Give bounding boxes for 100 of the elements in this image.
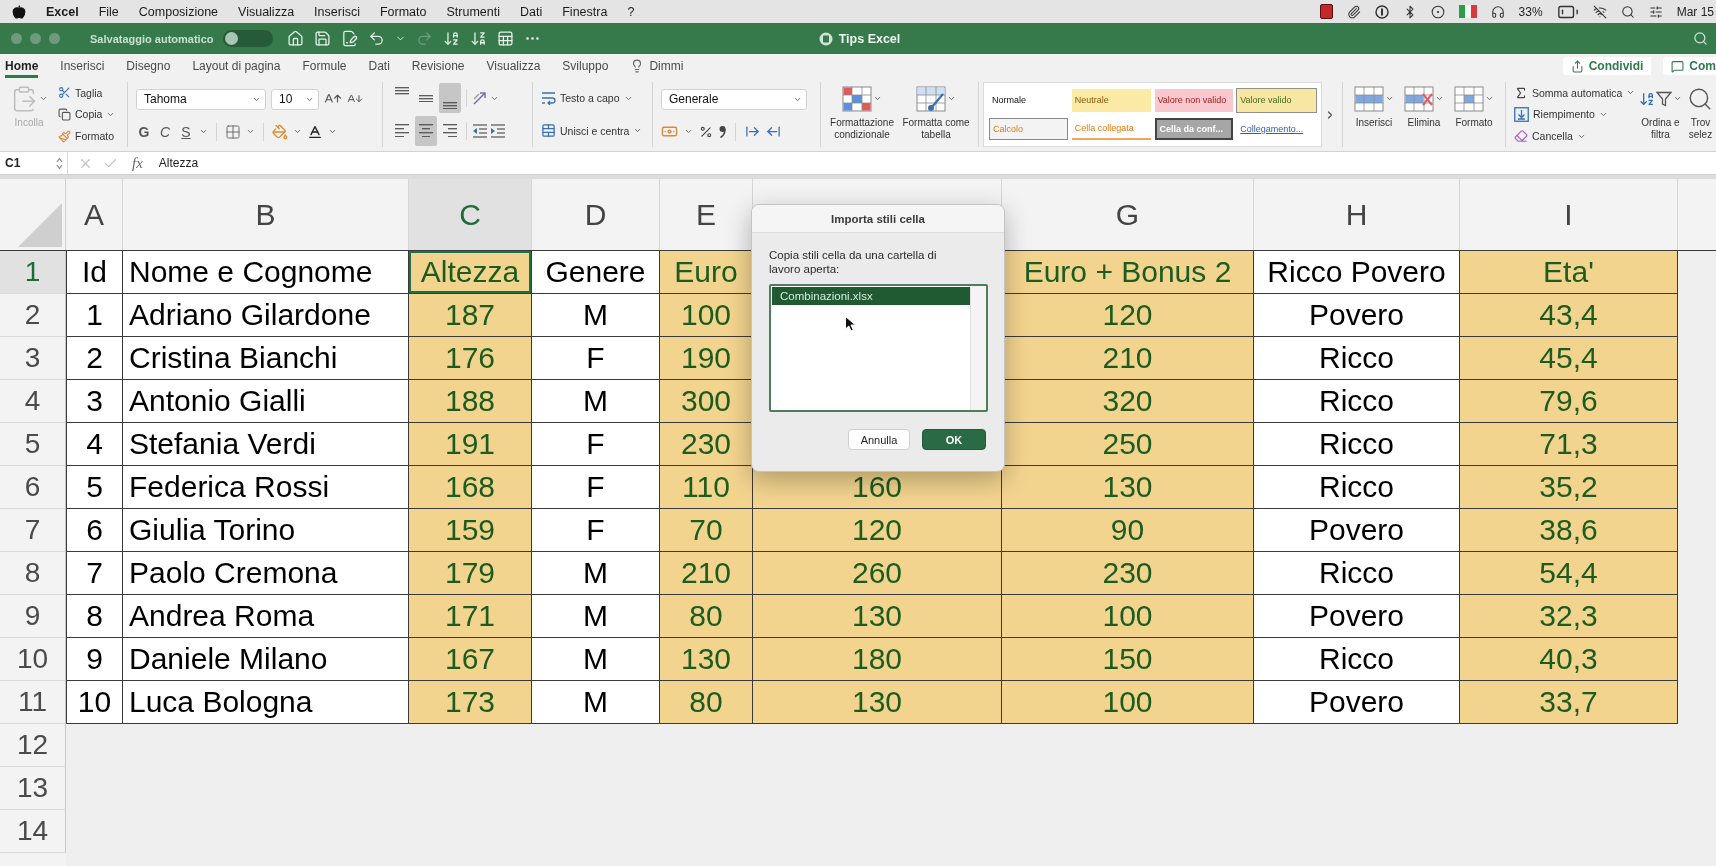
insert-function-button[interactable]: fx	[132, 154, 143, 172]
cut-button[interactable]: Taglia	[58, 86, 116, 100]
tell-me-button[interactable]: Dimmi	[630, 54, 684, 78]
home-icon[interactable]	[287, 30, 305, 47]
indent-increase-icon[interactable]	[490, 123, 506, 138]
menu-item[interactable]: Visualizza	[238, 4, 295, 19]
name-box[interactable]: C1	[0, 152, 68, 174]
undo-icon[interactable]	[368, 30, 386, 47]
cell-style[interactable]: Neutrale	[1071, 89, 1151, 112]
sliders-icon[interactable]	[1648, 4, 1663, 19]
row-header[interactable]: 4	[0, 380, 66, 423]
save-icon[interactable]	[314, 30, 332, 47]
row-header[interactable]: 2	[0, 294, 66, 337]
row-header[interactable]: 1	[0, 251, 66, 294]
file-list-item[interactable]: Combinazioni.xlsx	[772, 287, 970, 305]
row-header[interactable]: 7	[0, 509, 66, 552]
clear-button[interactable]: Cancella	[1514, 129, 1636, 144]
menu-item[interactable]: Strumenti	[446, 4, 500, 19]
row-header[interactable]: 13	[0, 767, 66, 810]
borders-icon[interactable]	[225, 123, 241, 140]
align-bottom-button[interactable]	[439, 83, 461, 114]
fill-button[interactable]: Riempimento	[1514, 107, 1636, 122]
italic-button[interactable]: C	[157, 122, 173, 141]
menu-item[interactable]: Inserisci	[314, 4, 360, 19]
menu-item[interactable]: Finestra	[562, 4, 608, 19]
number-format-select[interactable]: Generale	[661, 88, 807, 110]
cell-style[interactable]: Normale	[989, 89, 1068, 112]
cancel-button[interactable]: Annulla	[848, 429, 910, 450]
indent-decrease-icon[interactable]	[472, 123, 488, 138]
sort-filter-button[interactable]: Ordina e filtra	[1638, 80, 1683, 149]
autosum-button[interactable]: Somma automatica	[1514, 85, 1636, 100]
app-menu[interactable]: Excel	[46, 4, 79, 19]
paperclip-icon[interactable]	[1346, 4, 1361, 19]
font-color-icon[interactable]	[307, 123, 323, 140]
menu-item[interactable]: Dati	[520, 4, 543, 19]
row-header[interactable]: 8	[0, 552, 66, 595]
font-select[interactable]: Tahoma	[136, 88, 266, 110]
clock[interactable]: Mar 15	[1676, 4, 1714, 19]
diagonal-arrow-icon[interactable]	[472, 90, 488, 107]
menu-item[interactable]: Composizione	[138, 4, 219, 19]
format-painter-button[interactable]: Formato	[58, 129, 116, 143]
ribbon-tab[interactable]: Revisione	[411, 54, 465, 78]
apple-icon[interactable]	[12, 4, 26, 19]
copy-button[interactable]: Copia	[58, 108, 116, 121]
row-header[interactable]: 3	[0, 337, 66, 380]
bold-button[interactable]: G	[136, 122, 152, 141]
align-center-button[interactable]	[415, 115, 437, 146]
formula-field[interactable]: Altezza	[158, 152, 1716, 174]
ribbon-tab[interactable]: Inserisci	[60, 54, 105, 78]
record-icon[interactable]	[1430, 4, 1445, 19]
sort-ascending-icon[interactable]	[443, 30, 461, 47]
find-button[interactable]: Trov selez	[1685, 80, 1716, 149]
edit-file-icon[interactable]	[341, 30, 359, 47]
underline-button[interactable]: S	[178, 122, 194, 141]
row-header[interactable]: 9	[0, 595, 66, 638]
insert-cells-button[interactable]: Inserisci	[1351, 80, 1397, 149]
ribbon-tab[interactable]: Formule	[302, 54, 347, 78]
menu-item[interactable]: Formato	[379, 4, 427, 19]
row-header[interactable]: 11	[0, 681, 66, 724]
row-header[interactable]: 14	[0, 810, 66, 853]
cell-style[interactable]: Valore non valido	[1154, 89, 1234, 112]
autosave-toggle[interactable]	[223, 30, 274, 47]
comments-button[interactable]: Com	[1663, 57, 1716, 75]
table-icon[interactable]	[497, 30, 515, 47]
wrap-text-button[interactable]: Testo a capo	[541, 91, 643, 105]
circle-bar-icon[interactable]	[1374, 4, 1389, 19]
ribbon-tab[interactable]: Sviluppo	[562, 54, 609, 78]
ribbon-tab[interactable]: Disegno	[126, 54, 171, 78]
fill-color-icon[interactable]	[272, 123, 288, 140]
delete-cells-button[interactable]: Elimina	[1401, 80, 1447, 149]
ribbon-tab[interactable]: Dati	[368, 54, 390, 78]
sort-descending-icon[interactable]	[470, 30, 488, 47]
search-icon[interactable]	[1620, 4, 1635, 19]
percent-icon[interactable]	[699, 124, 713, 139]
square-icon[interactable]	[1319, 4, 1333, 19]
search-icon[interactable]	[1693, 31, 1708, 46]
format-cells-button[interactable]: Formato	[1451, 80, 1497, 149]
scrollbar[interactable]	[970, 286, 986, 410]
row-header[interactable]: 10	[0, 638, 66, 681]
share-button[interactable]: Condividi	[1562, 57, 1652, 75]
headphones-icon[interactable]	[1490, 4, 1505, 19]
wifi-off-icon[interactable]	[1592, 4, 1607, 19]
comma-icon[interactable]	[719, 125, 726, 138]
conditional-formatting-button[interactable]: Formattazione condizionale	[827, 80, 897, 149]
row-header[interactable]: 12	[0, 724, 66, 767]
menu-item[interactable]: ?	[627, 4, 635, 19]
ribbon-tab[interactable]: Layout di pagina	[192, 54, 281, 78]
cell-style[interactable]: Collegamento...	[1237, 117, 1316, 140]
ok-button[interactable]: OK	[922, 429, 986, 450]
menu-item[interactable]: File	[98, 4, 119, 19]
file-list[interactable]: Combinazioni.xlsx	[769, 284, 988, 412]
font-size-select[interactable]: 10	[271, 88, 319, 110]
ribbon-tab[interactable]: Visualizza	[486, 54, 541, 78]
row-header[interactable]: 6	[0, 466, 66, 509]
flag-icon[interactable]	[1458, 5, 1477, 18]
row-header[interactable]: 5	[0, 423, 66, 466]
merge-center-button[interactable]: Unisci e centra	[541, 123, 643, 138]
format-as-table-button[interactable]: Formatta come tabella	[901, 80, 971, 149]
cell-style[interactable]: Valore valido	[1237, 89, 1316, 112]
column-header[interactable]: C	[409, 179, 532, 250]
